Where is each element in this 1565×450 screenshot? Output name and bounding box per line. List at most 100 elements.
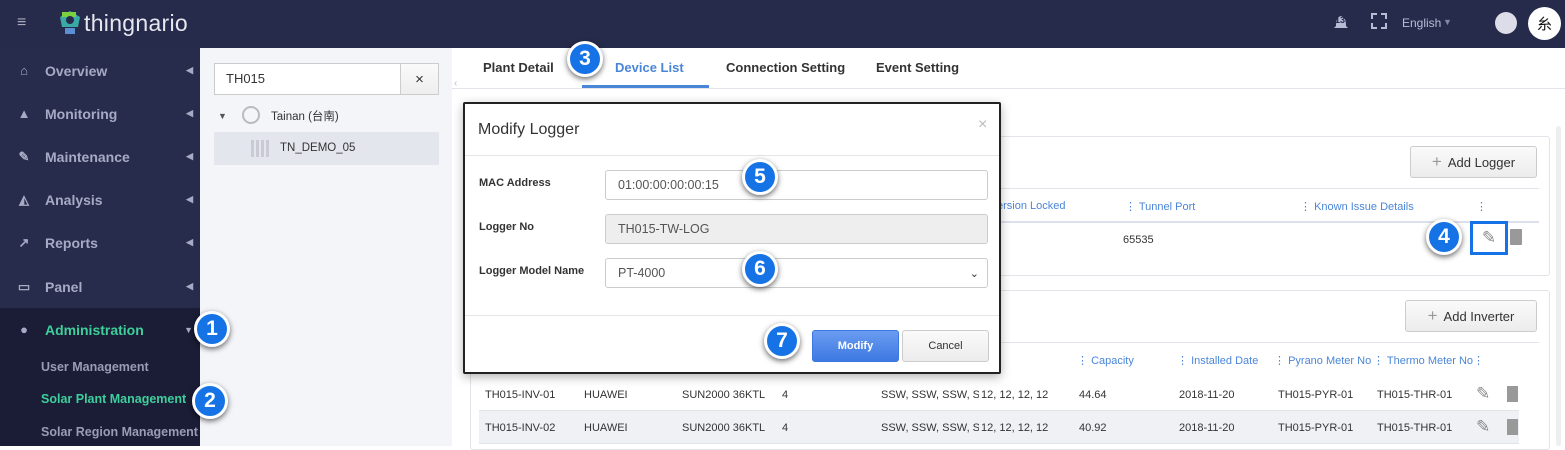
caret-left-icon: ◀ [186,65,193,75]
sidebar-item-overview[interactable]: ⌂ Overview ◀ [0,49,200,92]
step-badge-7: 7 [764,323,800,359]
plant-tree-panel: TH015 × ▼ Tainan (台南) TN_DEMO_05 [200,48,452,446]
table-cell: 4 [782,422,789,434]
sidebar-item-label: Overview [45,62,108,79]
notification-bell-icon[interactable]: 13 [1333,13,1349,31]
table-row[interactable]: TH015-INV-01 HUAWEI SUN2000 36KTL 4 SSW, SSW… [479,378,1519,411]
account-avatar[interactable]: 糸 [1528,7,1561,40]
hamburger-menu-icon[interactable]: ≡ [17,14,26,32]
modify-button[interactable]: Modify [812,330,899,362]
step-badge-1: 1 [194,311,230,347]
column-header-label: Known Issue Details [1314,201,1414,213]
sidebar-item-monitoring[interactable]: ▲ Monitoring ◀ [0,92,200,135]
column-header-pyrano-meter-no[interactable]: ⋮ Pyrano Meter No [1274,354,1371,367]
delete-trash-icon[interactable] [1507,386,1518,402]
sub-item-user-management[interactable]: User Management [41,360,149,374]
logo-text: thingnario [84,10,189,36]
caret-left-icon: ◀ [186,151,193,161]
sub-item-solar-plant-management[interactable]: Solar Plant Management [41,392,186,406]
sidebar-item-panel[interactable]: ▭ Panel ◀ [0,265,200,308]
edit-logger-pencil-icon[interactable]: ✎ [1470,221,1508,255]
caret-left-icon: ◀ [186,194,193,204]
fullscreen-icon[interactable] [1371,13,1387,29]
plus-icon: + [1427,306,1438,325]
bell-icon: ▲ [17,106,31,121]
tree-plant-item[interactable]: TN_DEMO_05 [214,132,439,165]
modal-header-divider [465,155,999,156]
tab-connection-setting[interactable]: Connection Setting [726,60,845,75]
table-cell: 2018-11-20 [1179,422,1235,434]
close-icon[interactable]: × [978,116,987,134]
mac-address-label: MAC Address [479,177,551,189]
tab-plant-detail[interactable]: Plant Detail [483,60,554,75]
plus-icon: + [1431,152,1442,171]
delete-trash-icon[interactable] [1510,229,1522,245]
sidebar-item-maintenance[interactable]: ✎ Maintenance ◀ [0,135,200,178]
table-row[interactable]: TH015-INV-02 HUAWEI SUN2000 36KTL 4 SSW, SSW… [479,411,1519,444]
scrollbar[interactable] [1556,126,1561,446]
column-header-label: Thermo Meter No [1386,355,1474,367]
tunnel-port-cell: 65535 [1123,234,1154,246]
tab-device-list[interactable]: Device List [615,60,684,75]
caret-down-icon[interactable]: ▼ [218,111,227,121]
caret-left-icon: ◀ [186,281,193,291]
table-cell: TH015-PYR-01 [1278,422,1354,434]
column-header-installed-date[interactable]: ⋮ Installed Date [1177,354,1258,367]
column-menu-icon[interactable]: ⋮ [1476,200,1487,213]
administration-section: ● Administration ▼ User Management Solar P… [0,308,200,446]
table-cell: 4 [782,389,789,401]
column-header-tunnel-port[interactable]: ⋮ Tunnel Port [1125,200,1195,213]
table-cell: 2018-11-20 [1179,389,1235,401]
column-menu-icon[interactable]: ⋮ [1473,354,1484,367]
logger-model-name-select[interactable]: PT-4000 ⌄ [605,258,988,288]
edit-pencil-icon[interactable]: ✎ [1476,417,1490,437]
globe-icon [242,106,260,124]
table-cell: 40.92 [1079,422,1107,434]
sidebar-item-label: Administration [45,321,144,338]
monitor-icon: ▭ [17,278,31,294]
column-header-known-issue-details[interactable]: ⋮ Known Issue Details [1300,200,1414,213]
tab-event-setting[interactable]: Event Setting [876,60,959,75]
logo-icon [58,9,80,35]
sidebar-item-administration[interactable]: ● Administration ▼ [0,308,200,351]
table-cell: HUAWEI [584,422,628,434]
language-selector[interactable]: English [1402,16,1441,30]
cancel-button[interactable]: Cancel [902,330,989,362]
table-cell: TH015-PYR-01 [1278,389,1354,401]
chevron-down-icon: ▼ [1443,17,1452,27]
edit-pencil-icon[interactable]: ✎ [1476,384,1490,404]
column-header-version-locked[interactable]: ersion Locked [997,200,1066,212]
sidebar-item-analysis[interactable]: ◭ Analysis ◀ [0,178,200,221]
notification-count: 13 [1335,15,1346,25]
column-header-thermo-meter-no[interactable]: ⋮ Thermo Meter No [1373,354,1473,367]
wrench-icon: ✎ [18,148,30,164]
tree-region[interactable]: Tainan (台南) [271,108,339,124]
modal-footer-divider [465,315,999,316]
table-cell: HUAWEI [584,389,628,401]
user-avatar[interactable] [1495,12,1517,34]
logger-no-label: Logger No [479,221,534,233]
selected-value: PT-4000 [618,266,666,280]
add-inverter-label: Add Inverter [1443,308,1515,324]
column-header-label: Capacity [1091,355,1134,367]
top-bar: ≡ thingnario 13 English ▼ 糸 [0,0,1565,48]
step-badge-5: 5 [742,159,778,195]
table-cell: 44.64 [1079,389,1107,401]
add-logger-button[interactable]: + Add Logger [1410,146,1537,178]
column-header-label: Tunnel Port [1138,201,1196,213]
mac-address-input[interactable]: 01:00:00:00:00:15 [605,170,988,200]
table-cell: SSW, SSW, SSW, SSW [881,422,979,434]
sidebar-item-label: Reports [45,234,98,251]
plant-search-input[interactable]: TH015 [214,63,401,95]
delete-trash-icon[interactable] [1507,419,1518,435]
step-badge-6: 6 [742,251,778,287]
area-chart-icon: ◭ [19,191,29,207]
sidebar-item-label: Monitoring [45,105,118,122]
tab-divider [452,88,1565,89]
column-header-capacity[interactable]: ⋮ Capacity [1077,354,1134,367]
step-badge-4: 4 [1426,219,1462,255]
sidebar-item-reports[interactable]: ↗ Reports ◀ [0,221,200,264]
clear-search-button[interactable]: × [400,63,439,95]
add-inverter-button[interactable]: + Add Inverter [1405,300,1537,332]
sub-item-solar-region-management[interactable]: Solar Region Management [41,425,198,439]
